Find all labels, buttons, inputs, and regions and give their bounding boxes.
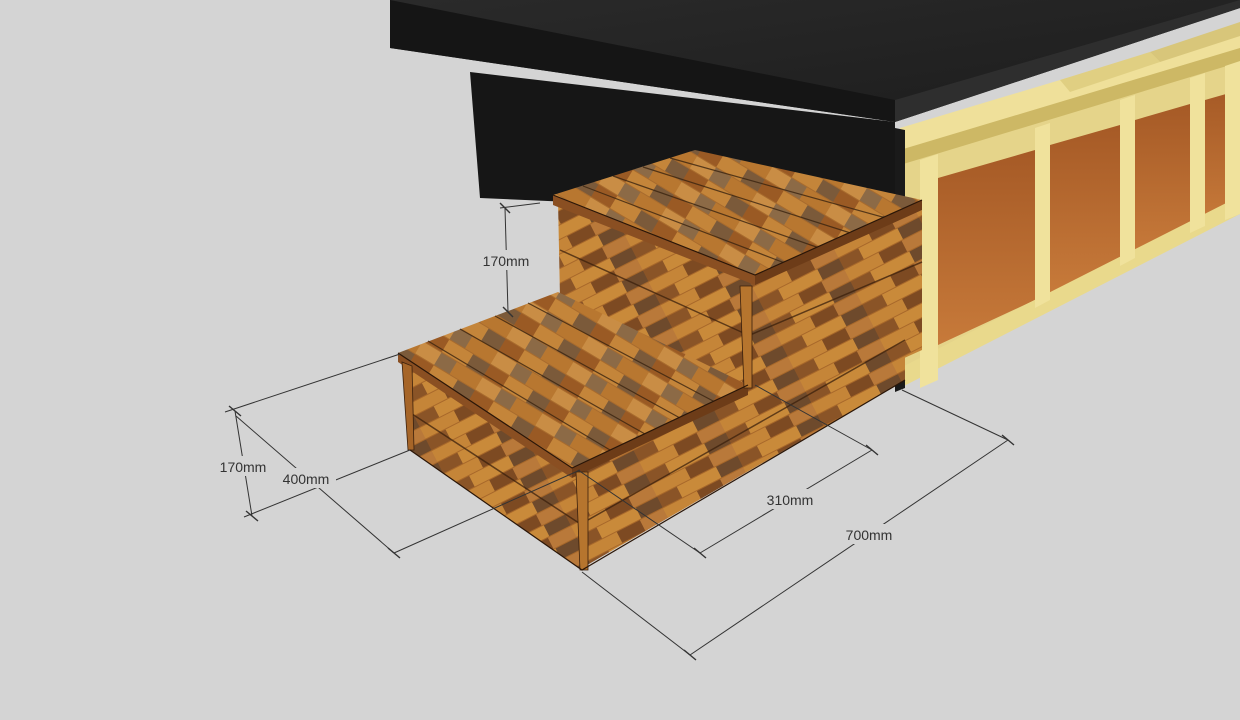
frame-stud: [1190, 73, 1205, 233]
dim-label-upper-tread-depth: 310mm: [767, 492, 814, 508]
dim-label-total-width: 700mm: [846, 527, 893, 543]
modeling-viewport[interactable]: 170mm 170mm 400mm 310mm 700mm: [0, 0, 1240, 720]
dim-label-riser-upper: 170mm: [483, 253, 530, 269]
step-3d-model: 170mm 170mm 400mm 310mm 700mm: [214, 0, 1240, 661]
step-unit: [397, 150, 923, 571]
frame-stud: [1225, 61, 1240, 220]
corner-post: [401, 361, 415, 451]
dim-label-lower-tread-depth: 400mm: [283, 471, 330, 487]
frame-stud: [1035, 123, 1050, 308]
dim-label-riser-lower: 170mm: [220, 459, 267, 475]
frame-stud: [920, 154, 938, 388]
frame-stud: [1120, 95, 1135, 266]
